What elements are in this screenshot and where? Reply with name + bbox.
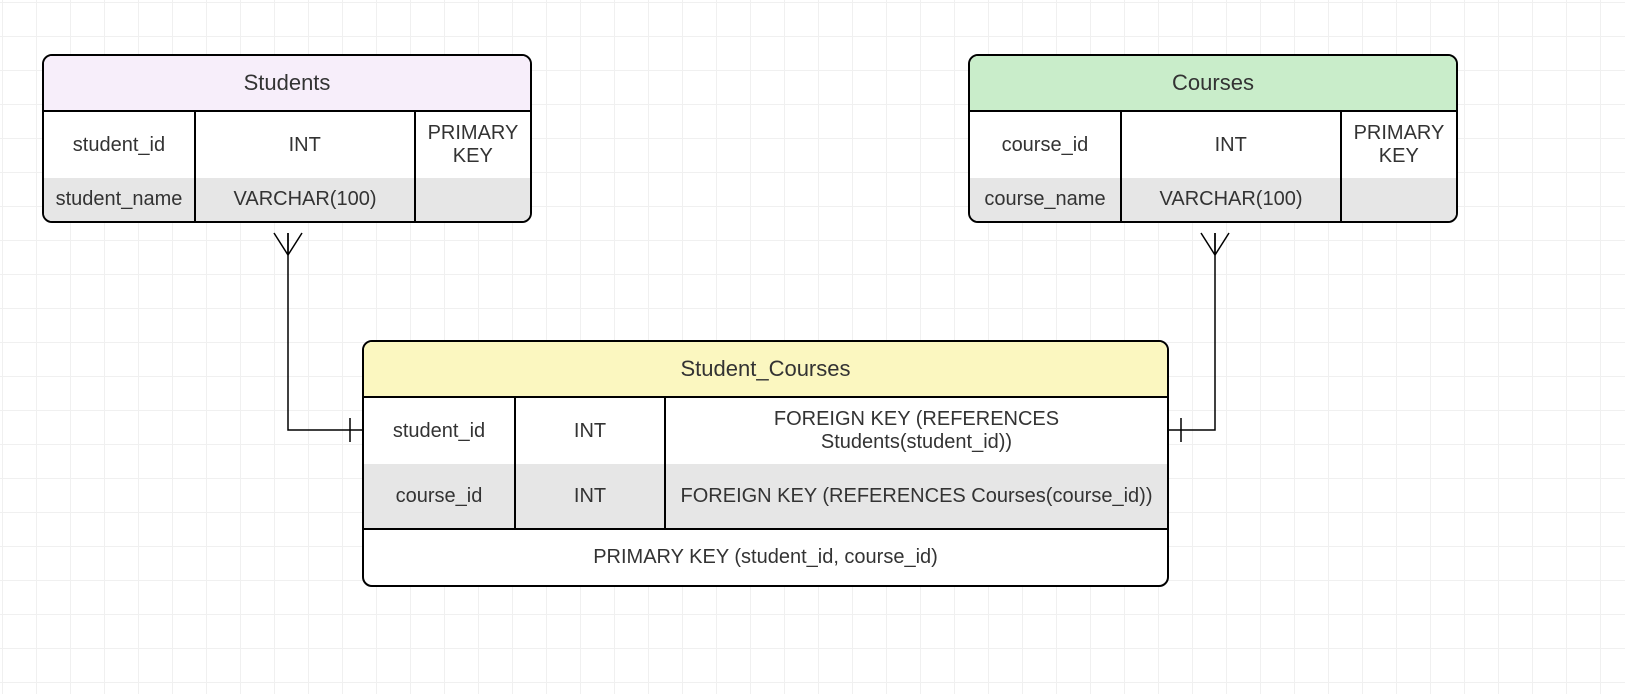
table-row: course_id INT FOREIGN KEY (REFERENCES Co… bbox=[364, 464, 1167, 528]
col-name: student_id bbox=[44, 112, 194, 178]
col-type: INT bbox=[514, 398, 664, 464]
col-name: course_id bbox=[364, 464, 514, 528]
col-type: INT bbox=[194, 112, 414, 178]
table-row: student_id INT PRIMARY KEY bbox=[44, 112, 530, 178]
col-type: VARCHAR(100) bbox=[194, 178, 414, 221]
col-name: course_name bbox=[970, 178, 1120, 221]
col-key: PRIMARY KEY bbox=[1340, 112, 1456, 178]
col-key: PRIMARY KEY bbox=[414, 112, 530, 178]
entity-student-courses-footer: PRIMARY KEY (student_id, course_id) bbox=[364, 528, 1167, 585]
entity-courses: Courses course_id INT PRIMARY KEY course… bbox=[968, 54, 1458, 223]
col-key bbox=[414, 178, 530, 221]
col-name: course_id bbox=[970, 112, 1120, 178]
entity-students: Students student_id INT PRIMARY KEY stud… bbox=[42, 54, 532, 223]
table-row: student_id INT FOREIGN KEY (REFERENCES S… bbox=[364, 398, 1167, 464]
entity-courses-header: Courses bbox=[970, 56, 1456, 112]
col-type: VARCHAR(100) bbox=[1120, 178, 1340, 221]
col-key: FOREIGN KEY (REFERENCES Courses(course_i… bbox=[664, 464, 1167, 528]
table-row: student_name VARCHAR(100) bbox=[44, 178, 530, 221]
col-name: student_id bbox=[364, 398, 514, 464]
entity-student-courses: Student_Courses student_id INT FOREIGN K… bbox=[362, 340, 1169, 587]
col-name: student_name bbox=[44, 178, 194, 221]
table-row: course_id INT PRIMARY KEY bbox=[970, 112, 1456, 178]
col-key bbox=[1340, 178, 1456, 221]
entity-student-courses-header: Student_Courses bbox=[364, 342, 1167, 398]
col-type: INT bbox=[514, 464, 664, 528]
entity-students-header: Students bbox=[44, 56, 530, 112]
col-key: FOREIGN KEY (REFERENCES Students(student… bbox=[664, 398, 1167, 464]
table-row: course_name VARCHAR(100) bbox=[970, 178, 1456, 221]
col-type: INT bbox=[1120, 112, 1340, 178]
